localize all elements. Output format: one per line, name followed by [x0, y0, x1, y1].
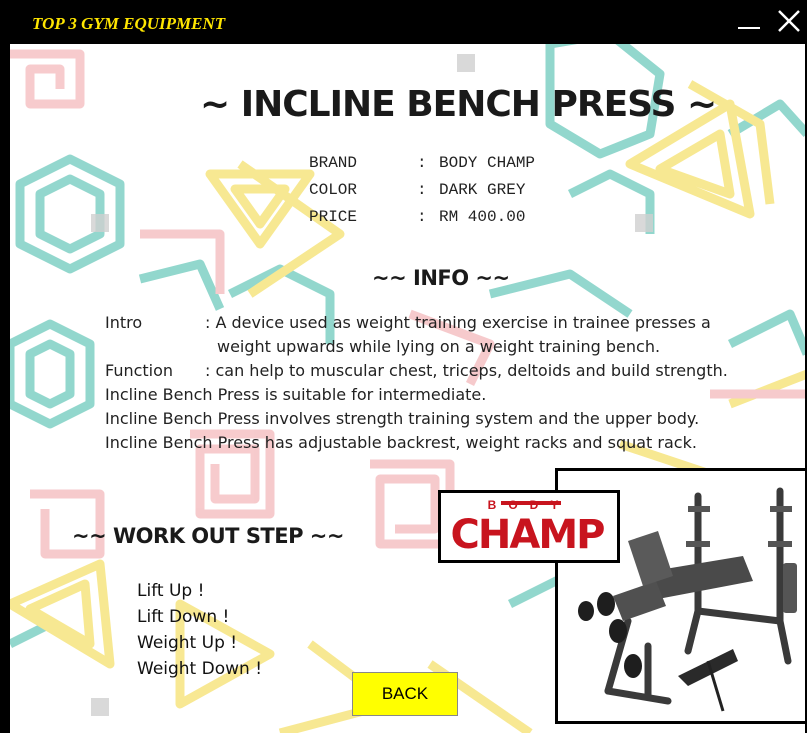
function-label: Function [105, 361, 174, 380]
intro-text: : A device used as weight training exerc… [205, 313, 711, 332]
spec-row-color: COLOR: DARK GREY [309, 177, 535, 204]
minimize-icon [738, 27, 760, 29]
svg-text:CHAMP: CHAMP [451, 512, 605, 558]
intro-text-continued: weight upwards while lying on a weight t… [217, 337, 661, 356]
spec-row-brand: BRAND: BODY CHAMP [309, 150, 535, 177]
spec-separator: : [417, 208, 427, 226]
workout-steps: Lift Up ! Lift Down ! Weight Up ! Weight… [137, 578, 262, 682]
brand-logo: BODY CHAMP [438, 490, 620, 563]
product-specs: BRAND: BODY CHAMP COLOR: DARK GREY PRICE: R… [309, 150, 535, 231]
window-title: TOP 3 GYM EQUIPMENT [32, 14, 226, 33]
info-heading: ~~ INFO ~~ [372, 266, 510, 290]
info-line-text: Incline Bench Press involves strength tr… [105, 409, 700, 428]
workout-step: Lift Down ! [137, 607, 230, 627]
spec-value: BODY CHAMP [439, 154, 536, 172]
workout-heading: ~~ WORK OUT STEP ~~ [72, 524, 345, 548]
close-button[interactable] [774, 6, 804, 36]
product-title: ~ INCLINE BENCH PRESS ~ [200, 84, 717, 125]
spec-label: BRAND [309, 154, 358, 172]
minimize-button[interactable] [732, 4, 764, 38]
spec-row-price: PRICE: RM 400.00 [309, 204, 535, 231]
workout-step: Weight Up ! [137, 633, 238, 653]
intro-label: Intro [105, 313, 143, 332]
function-text: : can help to muscular chest, triceps, d… [205, 361, 728, 380]
back-button[interactable]: BACK [352, 672, 458, 716]
spec-label: PRICE [309, 208, 358, 226]
body-champ-logo: BODY CHAMP [451, 498, 607, 558]
spec-separator: : [417, 154, 427, 172]
title-bar: TOP 3 GYM EQUIPMENT [10, 0, 805, 44]
info-line-text: Incline Bench Press has adjustable backr… [105, 433, 697, 452]
spec-value: DARK GREY [439, 181, 526, 199]
spec-value: RM 400.00 [439, 208, 526, 226]
info-line-text: Incline Bench Press is suitable for inte… [105, 385, 487, 404]
workout-step: Weight Down ! [137, 659, 263, 679]
workout-step: Lift Up ! [137, 581, 205, 601]
spec-label: COLOR [309, 181, 358, 199]
close-icon [778, 10, 800, 32]
app-window: TOP 3 GYM EQUIPMENT ~ INCLINE BENCH PRES… [0, 0, 807, 733]
spec-separator: : [417, 181, 427, 199]
